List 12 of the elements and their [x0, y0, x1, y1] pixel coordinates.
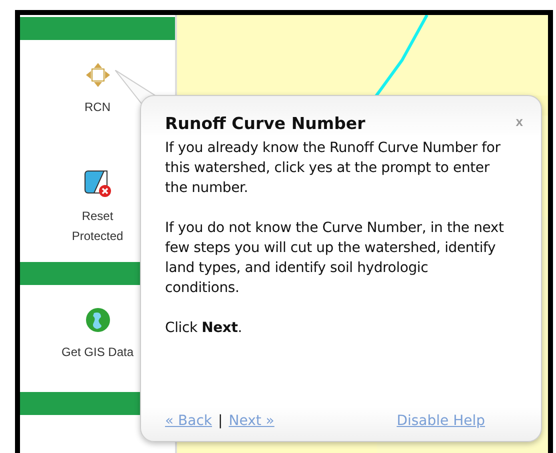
help-text: Click Next.: [165, 319, 244, 338]
next-link[interactable]: Next »: [228, 413, 274, 429]
help-text: If you do not know the Curve Number, in the next few steps you will cut up the watershed, identify land types, and identify soil hydrologic conditions.: [165, 219, 505, 298]
popup-title: Runoff Curve Number: [165, 114, 366, 133]
globe-icon: [84, 307, 110, 333]
link-separator: |: [218, 413, 223, 429]
move-icon: [84, 62, 110, 88]
disable-help-link[interactable]: Disable Help: [396, 413, 485, 429]
reset-icon: [84, 170, 112, 198]
back-link[interactable]: « Back: [165, 413, 212, 429]
help-text: If you already know the Runoff Curve Number for this watershed, click yes at the prompt to enter the number.: [165, 139, 502, 198]
close-button[interactable]: x: [516, 114, 523, 129]
